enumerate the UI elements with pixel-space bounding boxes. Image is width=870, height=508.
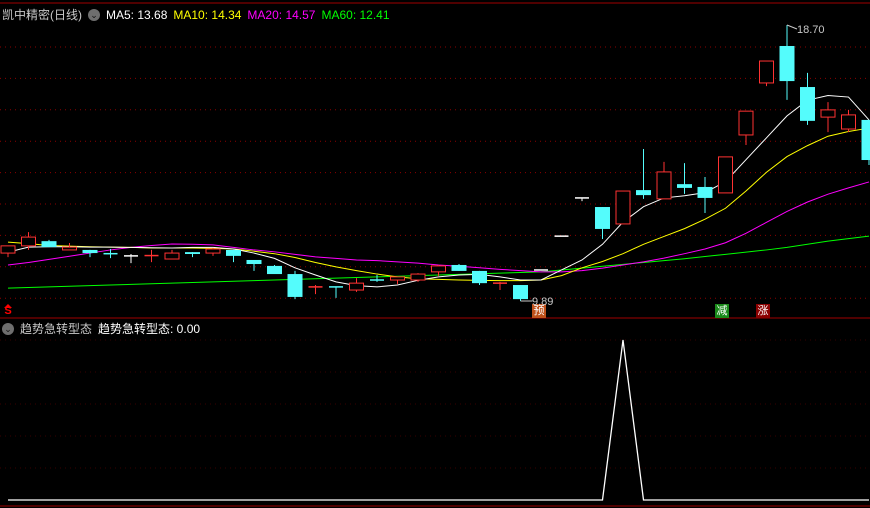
candle-body: [656, 171, 672, 200]
candle-body: [164, 252, 180, 260]
candle-body: [246, 259, 262, 265]
indicator-panel-header: ⌄ 趋势急转型态 趋势急转型态: 0.00: [2, 320, 200, 337]
candle-body: [451, 264, 467, 271]
candle-body: [0, 245, 16, 254]
chevron-down-icon[interactable]: ⌄: [88, 8, 100, 21]
candle-body: [820, 109, 836, 118]
candle-body: [513, 285, 528, 300]
candle-body: [267, 265, 282, 275]
kline-chart[interactable]: [0, 0, 870, 508]
candle-body: [759, 60, 774, 84]
candle-body: [738, 110, 754, 136]
candle-body: [226, 249, 241, 256]
candle-body: [205, 248, 221, 254]
ma10-label: MA10: 14.34: [173, 7, 242, 22]
candle-body: [861, 119, 870, 161]
high-price-label: 18.70: [797, 24, 825, 36]
candle-body: [615, 190, 631, 225]
candle-body: [595, 207, 610, 229]
candle-body: [697, 186, 713, 198]
candle-body: [841, 114, 856, 130]
ma60-label: MA60: 12.41: [321, 7, 390, 22]
stock-title: 凯中精密(日线): [2, 8, 82, 22]
candle-body: [41, 241, 57, 248]
candle-body: [185, 252, 200, 255]
low-price-label: 9.89: [532, 296, 554, 308]
indicator-name: 趋势急转型态: [20, 322, 93, 336]
indicator-value: 趋势急转型态: 0.00: [98, 322, 201, 336]
main-panel-header: 凯中精密(日线) ⌄ MA5: 13.68 MA10: 14.34 MA20: …: [2, 6, 390, 23]
high-pointer: [786, 24, 798, 30]
ma60-line: [7, 235, 870, 289]
indicator-line: [8, 339, 869, 501]
signal-zhang: 涨: [756, 304, 770, 318]
candle-body: [472, 270, 487, 284]
signal-s: S: [4, 305, 12, 317]
candle-body: [410, 273, 426, 281]
ma10-line: [7, 127, 870, 282]
candle-body: [62, 246, 77, 251]
candle-body: [82, 249, 98, 254]
candle-body: [677, 184, 692, 188]
candle-body: [431, 265, 446, 273]
candle-body: [349, 282, 364, 291]
candle-body: [636, 190, 651, 196]
signal-jian: 减: [715, 304, 729, 318]
candle-body: [779, 45, 795, 82]
candle-body: [21, 236, 36, 247]
candle-body: [718, 156, 733, 194]
ma20-label: MA20: 14.57: [247, 7, 316, 22]
candle-body: [800, 87, 815, 121]
candle-body: [390, 276, 405, 281]
chevron-down-icon[interactable]: ⌄: [2, 322, 14, 335]
ma20-line: [7, 181, 870, 273]
candle-body: [287, 274, 303, 297]
ma5-label: MA5: 13.68: [106, 7, 168, 22]
